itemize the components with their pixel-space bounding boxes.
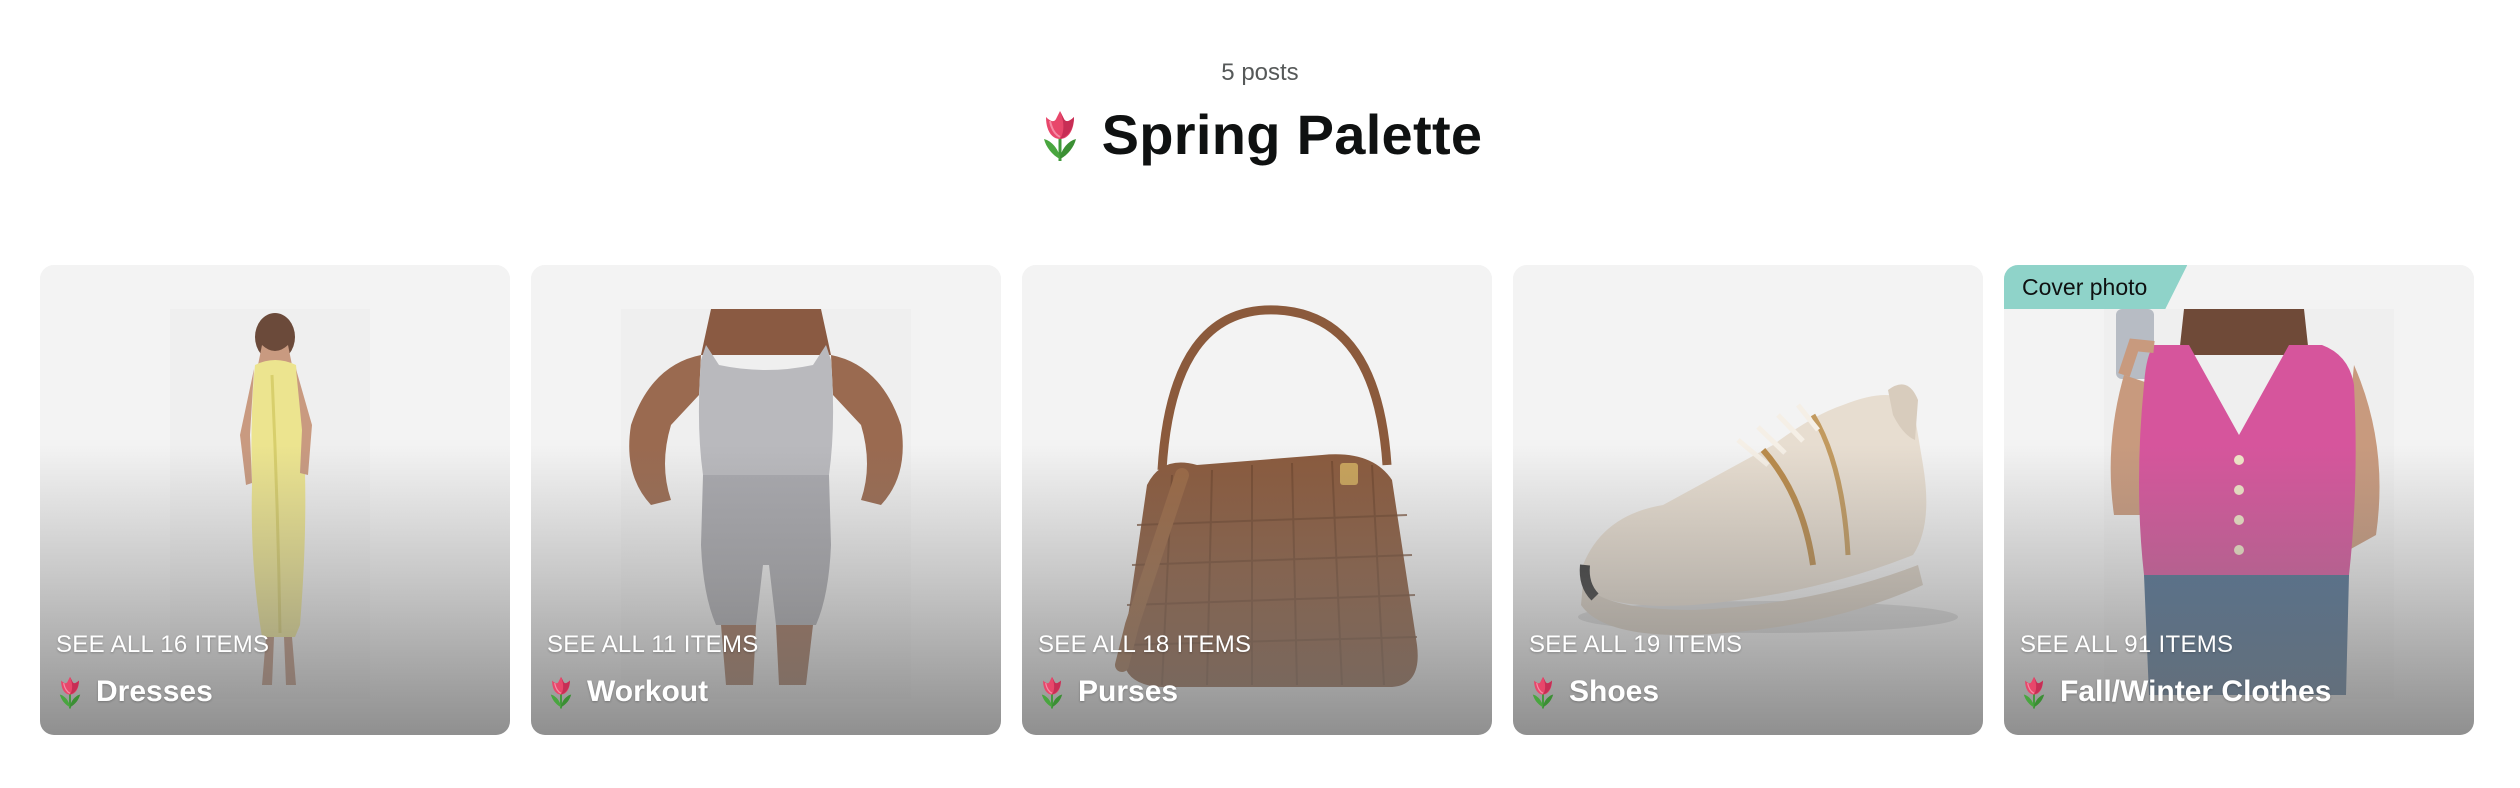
tulip-icon (2020, 674, 2048, 710)
tulip-icon (56, 674, 84, 710)
tulip-icon (547, 674, 575, 710)
card-title-row: Workout (547, 673, 708, 711)
board-title: Spring Palette (1101, 103, 1483, 166)
card-title: Purses (1078, 675, 1179, 708)
tulip-icon (1038, 674, 1066, 710)
see-all-label[interactable]: SEE ALL 19 ITEMS (1529, 630, 1742, 660)
see-all-label[interactable]: SEE ALL 18 ITEMS (1038, 630, 1251, 660)
card-title: Fall/Winter Clothes (2060, 675, 2332, 708)
card-title: Shoes (1569, 675, 1660, 708)
see-all-label[interactable]: SEE ALL 16 ITEMS (56, 630, 269, 660)
card-title: Dresses (96, 675, 213, 708)
card-title-row: Dresses (56, 673, 213, 711)
collection-card-fall-winter-clothes[interactable]: Cover photo SEE ALL 91 ITEMS Fall/Winter… (2004, 265, 2474, 735)
card-title-row: Purses (1038, 673, 1178, 711)
collection-card-shoes[interactable]: SEE ALL 19 ITEMS Shoes (1513, 265, 1983, 735)
card-title: Workout (587, 675, 709, 708)
card-title-row: Shoes (1529, 673, 1659, 711)
board-title-row: Spring Palette (0, 95, 2520, 175)
see-all-label[interactable]: SEE ALL 91 ITEMS (2020, 630, 2233, 660)
collection-card-workout[interactable]: SEE ALL 11 ITEMS Workout (531, 265, 1001, 735)
collection-card-purses[interactable]: SEE ALL 18 ITEMS Purses (1022, 265, 1492, 735)
cover-photo-badge: Cover photo (2004, 265, 2188, 309)
see-all-label[interactable]: SEE ALL 11 ITEMS (547, 630, 759, 660)
collection-card-dresses[interactable]: SEE ALL 16 ITEMS Dresses (40, 265, 510, 735)
card-title-row: Fall/Winter Clothes (2020, 673, 2331, 711)
post-count: 5 posts (1221, 59, 1299, 86)
tulip-icon (1529, 674, 1557, 710)
collection-cards: SEE ALL 16 ITEMS Dresses SEE ALL 11 ITEM… (40, 265, 2474, 735)
tulip-icon (1038, 107, 1082, 163)
